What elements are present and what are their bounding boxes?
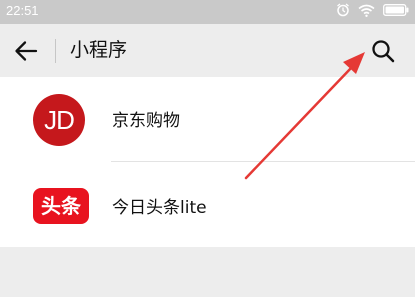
list-item-toutiao-lite[interactable]: 头条 今日头条lite xyxy=(0,162,415,247)
toutiao-logo-icon: 头条 xyxy=(33,183,89,229)
navigation-bar: 小程序 xyxy=(0,24,415,77)
status-time: 22:51 xyxy=(6,3,39,18)
list-item-jd-shopping[interactable]: JD 京东购物 xyxy=(0,77,415,162)
wifi-icon xyxy=(358,4,375,17)
toutiao-logo-text: 头条 xyxy=(41,194,81,218)
status-icons xyxy=(336,3,409,17)
mini-program-list: JD 京东购物 头条 今日头条lite xyxy=(0,77,415,247)
search-icon xyxy=(372,40,395,63)
nav-divider xyxy=(55,39,56,63)
alarm-icon xyxy=(336,3,350,17)
status-bar: 22:51 xyxy=(0,0,415,24)
mini-program-name: 京东购物 xyxy=(112,111,180,131)
mini-program-name: 今日头条lite xyxy=(112,198,207,218)
back-button[interactable] xyxy=(12,37,40,65)
back-arrow-icon xyxy=(15,41,38,61)
search-button[interactable] xyxy=(368,36,398,66)
jd-logo-icon: JD xyxy=(33,94,85,146)
page-title: 小程序 xyxy=(70,39,128,61)
battery-icon xyxy=(383,4,409,16)
